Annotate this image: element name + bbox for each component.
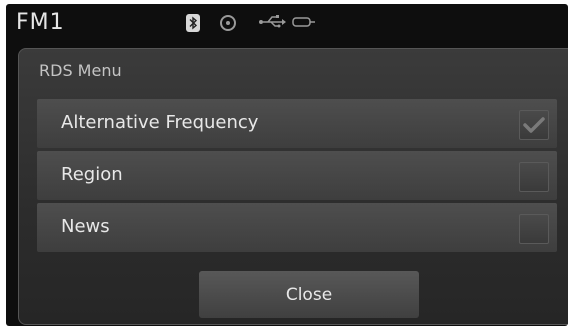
- menu-item-label: News: [61, 216, 110, 237]
- menu-list: Alternative Frequency Region News: [37, 99, 557, 255]
- status-icons: [186, 11, 322, 35]
- menu-item-region[interactable]: Region: [37, 151, 557, 200]
- region-checkbox[interactable]: [519, 162, 549, 192]
- checkmark-icon: [523, 117, 545, 133]
- status-bar: FM1: [6, 4, 568, 44]
- aux-icon: [292, 14, 316, 33]
- bluetooth-icon: [186, 14, 200, 32]
- menu-item-label: Region: [61, 164, 123, 185]
- close-button[interactable]: Close: [199, 271, 419, 318]
- source-label: FM1: [16, 10, 65, 35]
- menu-item-label: Alternative Frequency: [61, 112, 259, 133]
- dialog-title: RDS Menu: [39, 61, 122, 80]
- alternative-frequency-checkbox[interactable]: [519, 110, 549, 140]
- rds-menu-dialog: RDS Menu Alternative Frequency Region Ne…: [18, 48, 568, 325]
- disc-icon: [220, 15, 236, 31]
- menu-item-news[interactable]: News: [37, 203, 557, 252]
- menu-item-alternative-frequency[interactable]: Alternative Frequency: [37, 99, 557, 148]
- usb-icon: [258, 14, 286, 33]
- head-unit-screen: FM1 RDS Menu Alternative Frequency Regio…: [6, 4, 568, 326]
- news-checkbox[interactable]: [519, 214, 549, 244]
